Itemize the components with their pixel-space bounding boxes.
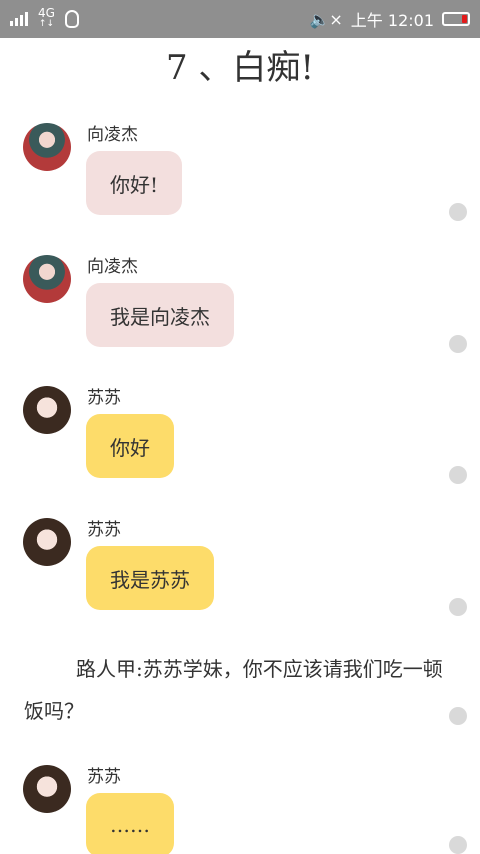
narration-text: 路人甲:苏苏学妹，你不应该请我们吃一顿饭吗？ <box>24 657 443 723</box>
avatar[interactable] <box>23 123 71 171</box>
message-bubble[interactable]: …… <box>86 793 174 854</box>
dot-icon[interactable] <box>449 836 467 854</box>
mute-icon: 🔈× <box>309 9 343 29</box>
dot-icon[interactable] <box>449 466 467 484</box>
sender-name: 向凌杰 <box>87 257 138 277</box>
dot-icon[interactable] <box>449 203 467 221</box>
sender-name: 向凌杰 <box>87 125 138 145</box>
sender-name: 苏苏 <box>87 388 121 408</box>
qq-icon <box>64 10 79 28</box>
dot-icon[interactable] <box>449 335 467 353</box>
sender-name: 苏苏 <box>87 520 121 540</box>
avatar[interactable] <box>23 518 71 566</box>
message-bubble[interactable]: 你好! <box>86 151 183 215</box>
battery-icon <box>442 12 470 26</box>
dot-icon[interactable] <box>449 598 467 616</box>
chapter-title: 7 、白痴! <box>165 48 315 88</box>
avatar[interactable] <box>23 386 71 434</box>
message-bubble[interactable]: 我是向凌杰 <box>86 283 234 347</box>
status-bar: 4G ↑↓ 🔈× 上午 12:01 <box>0 0 480 38</box>
sender-name: 苏苏 <box>87 767 121 787</box>
message-bubble[interactable]: 我是苏苏 <box>86 546 214 610</box>
avatar[interactable] <box>23 765 71 813</box>
signal-icon <box>10 12 28 26</box>
network-indicator: 4G ↑↓ <box>38 6 55 29</box>
dot-icon[interactable] <box>449 707 467 725</box>
message-bubble[interactable]: 你好 <box>86 414 174 478</box>
status-time: 上午 12:01 <box>350 11 434 30</box>
avatar[interactable] <box>23 255 71 303</box>
